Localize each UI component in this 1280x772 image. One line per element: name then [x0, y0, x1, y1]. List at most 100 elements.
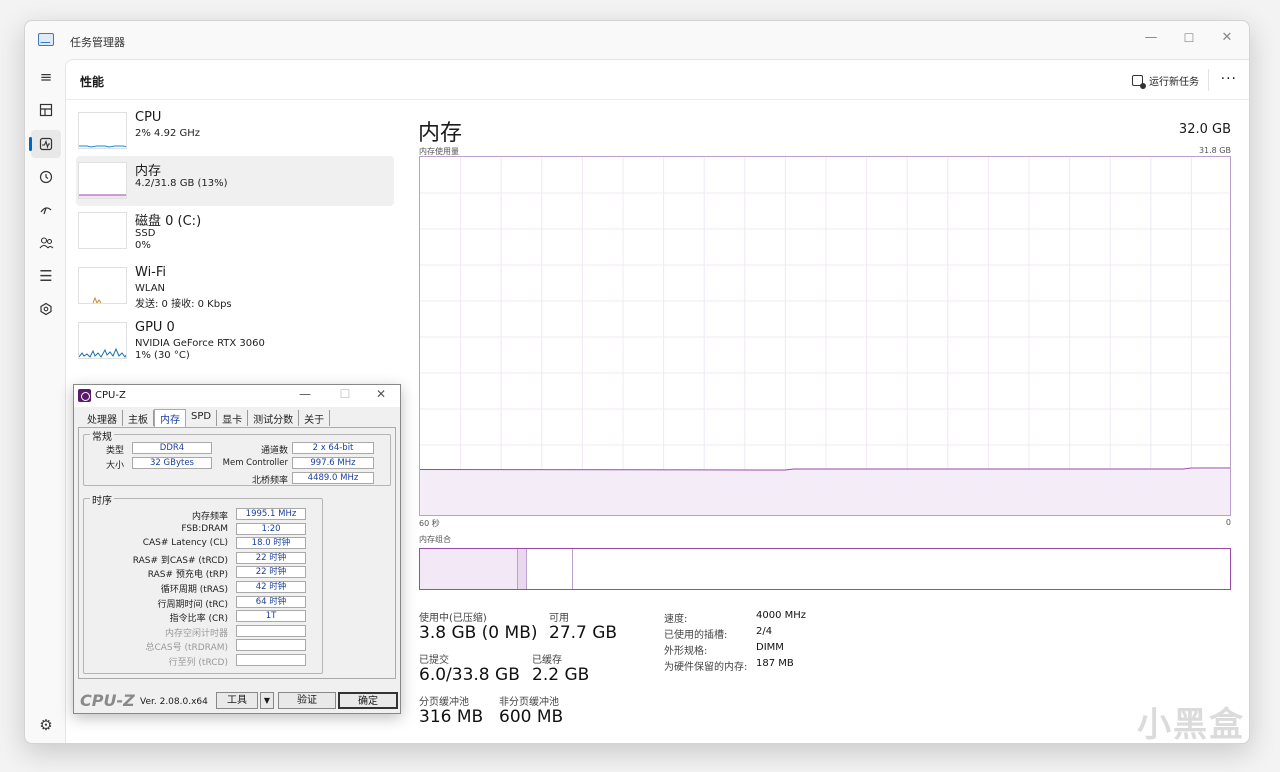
cpuz-title-bar[interactable]: CPU-Z — ☐ ✕: [74, 385, 400, 407]
more-options-icon[interactable]: ···: [1221, 71, 1237, 87]
tab-about[interactable]: 关于: [299, 410, 331, 426]
device-name: 内存: [135, 164, 162, 179]
device-item-memory[interactable]: 内存 4.2/31.8 GB (13%): [76, 156, 394, 206]
device-item-cpu[interactable]: CPU 2% 4.92 GHz: [76, 106, 394, 156]
details-icon[interactable]: ☰: [31, 262, 61, 290]
tab-graphics[interactable]: 显卡: [217, 410, 249, 426]
device-detail: 2% 4.92 GHz: [135, 128, 201, 139]
device-detail-2: 1% (30 °C): [135, 350, 190, 361]
standby-segment: [527, 549, 573, 589]
cpuz-close-button[interactable]: ✕: [372, 387, 390, 401]
cpuz-minimize-button[interactable]: —: [296, 387, 314, 401]
hardware-reserved-label: 为硬件保留的内存:: [664, 662, 748, 673]
timing-label: 指令比率 (CR): [169, 614, 228, 625]
run-new-task-button[interactable]: 运行新任务: [1132, 70, 1199, 90]
memory-usage-graph: [419, 156, 1231, 516]
size-value: 32 GBytes: [132, 457, 212, 469]
mem-controller-label: Mem Controller: [222, 458, 288, 468]
modified-segment: [518, 549, 527, 589]
timing-value: [236, 639, 306, 652]
general-group: 常规 类型 DDR4 大小 32 GBytes 通道数 2 x 64-bit M…: [83, 428, 391, 486]
cpuz-maximize-button[interactable]: ☐: [336, 387, 354, 401]
tab-memory[interactable]: 内存: [154, 409, 186, 427]
timings-group: 时序 内存频率 1995.1 MHz FSB:DRAM 1:20 CAS# Latenc…: [83, 492, 323, 674]
timing-label: RAS# 到CAS# (tRCD): [132, 555, 228, 566]
tab-bench[interactable]: 测试分数: [248, 410, 300, 426]
timing-value: [236, 654, 306, 666]
timing-label: 行至列 (tRCD): [168, 658, 228, 668]
mem-controller-value: 997.6 MHz: [292, 457, 374, 469]
maximize-button[interactable]: ☐: [1177, 26, 1201, 50]
window-title: 任务管理器: [70, 36, 125, 49]
paged-pool-value: 316 MB: [419, 707, 484, 727]
task-manager-icon: [38, 33, 54, 46]
cpuz-window: CPU-Z — ☐ ✕ 处理器 主板 内存 SPD 显卡 测试分数 关于 常规 …: [73, 384, 401, 714]
device-detail-2: 0%: [135, 240, 151, 251]
tools-button[interactable]: 工具: [216, 692, 258, 709]
title-bar[interactable]: 任务管理器 — ☐ ✕: [25, 21, 1249, 59]
usage-area: [420, 469, 1230, 515]
memory-thumbnail-graph: [78, 162, 127, 199]
app-history-icon[interactable]: [31, 163, 61, 191]
timing-label: 循环周期 (tRAS): [160, 585, 228, 595]
tools-dropdown-icon[interactable]: ▼: [260, 692, 274, 709]
cpuz-memory-panel: 常规 类型 DDR4 大小 32 GBytes 通道数 2 x 64-bit M…: [78, 427, 396, 679]
northbridge-label: 北桥频率: [251, 476, 288, 486]
nonpaged-pool-label: 非分页缓冲池: [499, 697, 559, 708]
time-left-label: 60 秒: [419, 519, 440, 528]
device-detail: SSD: [135, 228, 156, 239]
disk-thumbnail-graph: [78, 212, 127, 249]
page-header: 性能 运行新任务 ···: [66, 60, 1249, 100]
type-label: 类型: [105, 446, 124, 456]
device-name: 磁盘 0 (C:): [135, 214, 202, 229]
users-icon[interactable]: [31, 229, 61, 257]
usage-max: 31.8 GB: [1198, 146, 1231, 155]
startup-apps-icon[interactable]: [31, 196, 61, 224]
type-value: DDR4: [132, 442, 212, 454]
close-button[interactable]: ✕: [1215, 26, 1239, 50]
cpuz-tabs: 处理器 主板 内存 SPD 显卡 测试分数 关于: [82, 409, 331, 427]
committed-label: 已提交: [419, 655, 449, 666]
device-name: CPU: [135, 110, 162, 125]
memory-composition-bar: [419, 548, 1231, 590]
slots-value: 2/4: [756, 626, 773, 637]
general-group-label: 常规: [90, 428, 114, 443]
timing-value: 22 时钟: [236, 551, 306, 564]
timings-group-label: 时序: [90, 492, 114, 507]
processes-icon[interactable]: [31, 96, 61, 124]
validate-button[interactable]: 验证: [278, 692, 336, 709]
timing-value: 18.0 时钟: [236, 537, 306, 550]
timing-value: 42 时钟: [236, 581, 306, 593]
hardware-reserved-value: 187 MB: [756, 658, 794, 669]
tab-spd[interactable]: SPD: [186, 410, 218, 426]
timing-label: RAS# 预充电 (tRP): [147, 570, 228, 581]
timing-value: 64 时钟: [236, 595, 306, 608]
composition-label: 内存组合: [419, 535, 451, 544]
timing-label: 内存空闲计时器: [164, 628, 228, 639]
device-detail: WLAN: [135, 283, 166, 294]
tab-mainboard[interactable]: 主板: [123, 410, 154, 426]
northbridge-value: 4489.0 MHz: [292, 472, 374, 484]
services-icon[interactable]: [31, 295, 61, 323]
performance-icon[interactable]: [29, 130, 61, 158]
device-item-wifi[interactable]: Wi-Fi WLAN 发送: 0 接收: 0 Kbps: [76, 261, 394, 311]
device-item-gpu[interactable]: GPU 0 NVIDIA GeForce RTX 3060 1% (30 °C): [76, 316, 394, 366]
cpuz-title: CPU-Z: [95, 390, 126, 401]
timing-label: 行周期时间 (tRC): [157, 599, 228, 610]
ok-button[interactable]: 确定: [338, 692, 398, 709]
available-value: 27.7 GB: [549, 623, 618, 643]
speed-value: 4000 MHz: [756, 610, 807, 621]
memory-title: 内存: [418, 121, 463, 146]
tab-processor[interactable]: 处理器: [82, 410, 123, 426]
minimize-button[interactable]: —: [1139, 26, 1163, 50]
watermark: 小黑盒: [1137, 705, 1245, 745]
gpu-thumbnail-graph: [78, 322, 127, 359]
cpuz-app-icon: [78, 389, 91, 402]
nonpaged-pool-value: 600 MB: [499, 707, 564, 727]
timing-value: 22 时钟: [236, 566, 306, 579]
settings-gear-icon[interactable]: ⚙: [31, 711, 61, 739]
hamburger-menu-icon[interactable]: ≡: [31, 63, 61, 91]
cpuz-logo: CPU-Z: [80, 691, 135, 710]
device-detail: NVIDIA GeForce RTX 3060: [135, 338, 265, 349]
device-item-disk[interactable]: 磁盘 0 (C:) SSD 0%: [76, 206, 394, 256]
